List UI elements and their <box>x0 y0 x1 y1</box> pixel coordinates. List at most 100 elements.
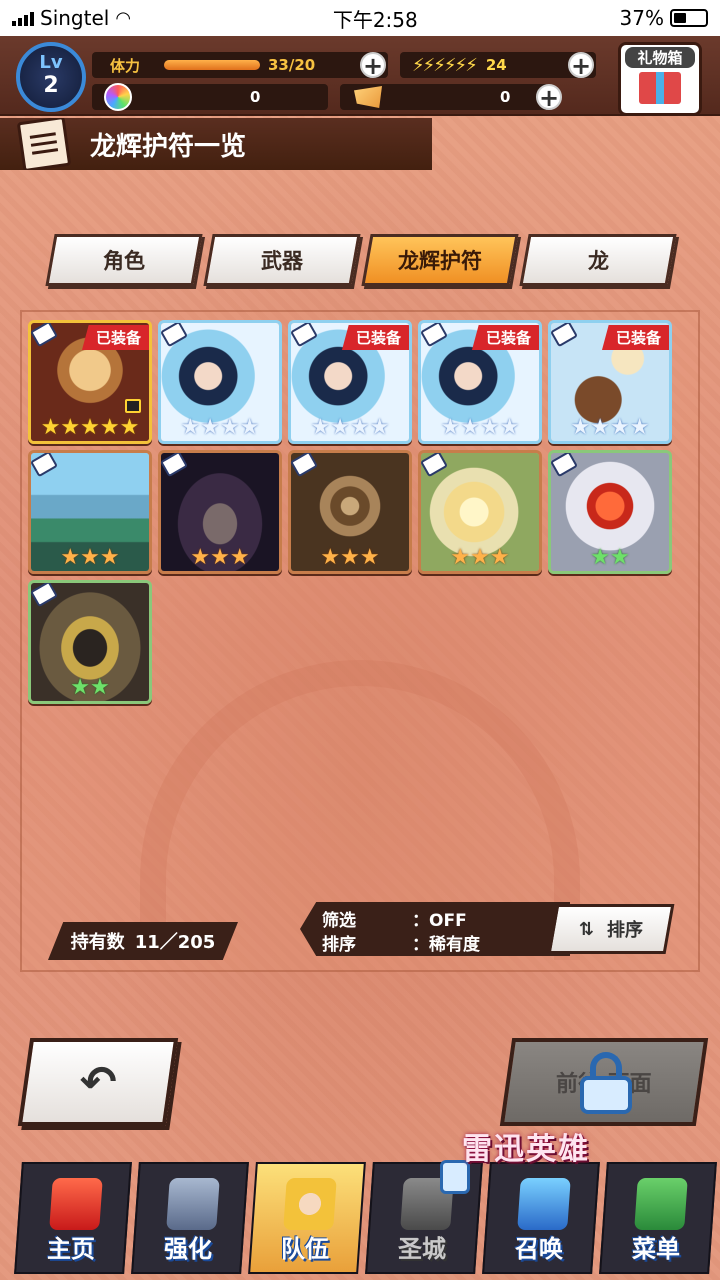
gift-box-label: 礼物箱 <box>625 47 695 68</box>
equipped-badge: 已装备 <box>471 325 539 350</box>
bolt-count: 24 <box>485 56 507 74</box>
wifi-icon: ◠ <box>115 7 132 29</box>
rarity-stars: ★★★ <box>60 545 120 570</box>
category-tabs: 角色 武器 龙辉护符 龙 <box>45 234 677 286</box>
wyrmprint-card[interactable]: ★★★ <box>288 450 412 574</box>
tab-dragons[interactable]: 龙 <box>519 234 677 286</box>
equipped-badge: 已装备 <box>81 325 149 350</box>
level-badge[interactable]: Lv 2 <box>16 42 86 112</box>
gem-row: 0 <box>92 83 328 111</box>
level-label: Lv <box>39 52 63 73</box>
lock-icon <box>578 1052 634 1114</box>
rarity-stars: ★★★★ <box>310 415 390 440</box>
wyrmprint-card[interactable]: 已装备 ★★★★★ <box>28 320 152 444</box>
wyrmprint-card[interactable]: ★★★★ <box>158 320 282 444</box>
nav-item[interactable]: 主页 <box>14 1162 132 1274</box>
filter-label: 筛选 <box>322 911 356 931</box>
back-button[interactable]: ↶ <box>17 1038 179 1126</box>
party-icon <box>283 1178 337 1230</box>
rarity-stars: ★★★ <box>320 545 380 570</box>
wyrmprint-card[interactable]: 已装备 ★★★★ <box>418 320 542 444</box>
nav-item[interactable]: 菜单 <box>599 1162 717 1274</box>
rarity-stars: ★★★ <box>450 545 510 570</box>
lock-icon <box>125 399 141 413</box>
tab-label: 武器 <box>261 249 303 273</box>
equipped-badge: 已装备 <box>601 325 669 350</box>
filter-value: ：OFF <box>412 911 467 931</box>
equipped-badge: 已装备 <box>341 325 409 350</box>
wyrmprint-card[interactable]: ★★ <box>28 580 152 704</box>
sort-button[interactable]: ⇅ 排序 <box>547 904 675 954</box>
battery-percent: 37% <box>619 6 664 30</box>
sort-icon: ⇅ <box>579 918 595 940</box>
tab-label: 龙 <box>587 249 609 273</box>
title-bar: 龙辉护符一览 <box>0 118 432 170</box>
rarity-stars: ★★★★ <box>570 415 650 440</box>
nav-item[interactable]: 召唤 <box>482 1162 600 1274</box>
filter-sort-info[interactable]: 筛选 ：OFF 排序 ：稀有度 <box>300 902 570 956</box>
gem-count: 0 <box>250 88 261 106</box>
owned-count-value: 11／205 <box>134 932 216 953</box>
hammer-icon <box>166 1178 220 1230</box>
nav-label: 召唤 <box>515 1235 564 1263</box>
tab-characters[interactable]: 角色 <box>45 234 203 286</box>
sort-value: ：稀有度 <box>412 935 480 955</box>
page-title: 龙辉护符一览 <box>90 131 247 162</box>
rarity-stars: ★★ <box>70 675 110 700</box>
owned-count: 持有数 11／205 <box>48 922 238 960</box>
bottom-nav: 主页 强化 队伍 圣城 召唤 菜单 <box>0 1150 720 1280</box>
wyrmprint-card[interactable]: ★★★ <box>418 450 542 574</box>
gift-box-button[interactable]: 礼物箱 <box>618 42 702 116</box>
nav-label: 菜单 <box>632 1235 681 1263</box>
nav-item[interactable]: 队伍 <box>248 1162 366 1274</box>
rarity-stars: ★★★★ <box>440 415 520 440</box>
nav-label: 强化 <box>164 1235 213 1263</box>
wyrmprint-card[interactable]: 已装备 ★★★★ <box>548 320 672 444</box>
rarity-stars: ★★★ <box>190 545 250 570</box>
tab-weapons[interactable]: 武器 <box>203 234 361 286</box>
wyrmprint-card[interactable]: ★★ <box>548 450 672 574</box>
wyrmprint-card[interactable]: ★★★ <box>158 450 282 574</box>
event-banner-text[interactable]: 雷迅英雄 <box>462 1124 590 1168</box>
sort-button-label: 排序 <box>606 920 643 941</box>
sort-label: 排序 <box>322 935 356 955</box>
tab-wyrmprints[interactable]: 龙辉护符 <box>361 234 519 286</box>
stamina-row: 体力 33/20 <box>92 52 388 78</box>
rarity-stars: ★★ <box>590 545 630 570</box>
ticket-row: 0 <box>340 84 550 110</box>
ticket-count: 0 <box>500 88 511 106</box>
add-bolt-button[interactable]: + <box>568 52 594 78</box>
level-value: 2 <box>43 73 59 98</box>
rarity-stars: ★★★★★ <box>40 415 140 440</box>
top-header: Lv 2 体力 33/20 + ⚡⚡⚡⚡⚡⚡ 24 + 0 0 + 礼物箱 <box>0 36 720 116</box>
book-icon <box>634 1178 688 1230</box>
gift-icon <box>639 72 681 104</box>
clock: 下午2:58 <box>332 7 418 32</box>
owned-count-label: 持有数 <box>70 932 125 953</box>
tab-label: 龙辉护符 <box>398 249 482 273</box>
bolt-row: ⚡⚡⚡⚡⚡⚡ 24 <box>400 52 596 78</box>
wyrmprint-card[interactable]: ★★★ <box>28 450 152 574</box>
stamina-label: 体力 <box>110 56 141 75</box>
document-icon <box>16 118 72 170</box>
battery-icon <box>669 9 708 27</box>
tab-label: 角色 <box>103 249 145 273</box>
nav-label: 队伍 <box>281 1235 330 1263</box>
add-ticket-button[interactable]: + <box>536 84 562 110</box>
home-icon <box>49 1178 103 1230</box>
crystal-icon <box>517 1178 571 1230</box>
stamina-value: 33/20 <box>268 56 316 74</box>
nav-item[interactable]: 强化 <box>131 1162 249 1274</box>
stamina-fill <box>164 60 260 70</box>
signal-icon <box>12 10 34 26</box>
add-stamina-button[interactable]: + <box>360 52 386 78</box>
rarity-stars: ★★★★ <box>180 415 260 440</box>
nav-label: 圣城 <box>398 1235 447 1263</box>
back-arrow-icon: ↶ <box>79 1056 117 1108</box>
ticket-icon <box>354 86 382 108</box>
stamina-bar <box>164 60 260 70</box>
nav-label: 主页 <box>47 1235 96 1263</box>
bolt-icon: ⚡⚡⚡⚡⚡⚡ <box>412 54 478 76</box>
gem-icon <box>104 83 132 111</box>
wyrmprint-card[interactable]: 已装备 ★★★★ <box>288 320 412 444</box>
